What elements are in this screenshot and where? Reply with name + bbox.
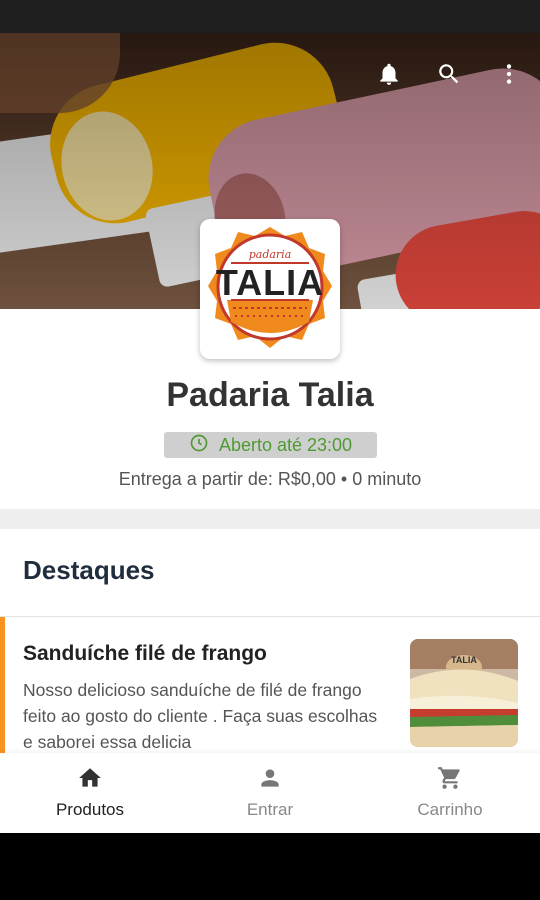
highlights-title: Destaques: [23, 555, 155, 585]
nav-carrinho-label: Carrinho: [417, 800, 483, 819]
delivery-info: Entrega a partir de: R$0,00 • 0 minuto: [118, 469, 422, 489]
system-nav-area: [0, 833, 540, 900]
nav-produtos[interactable]: Produtos: [0, 753, 180, 833]
product-name: Sanduíche filé de frango: [23, 642, 267, 665]
nav-produtos-label: Produtos: [55, 800, 125, 819]
section-separator: [0, 509, 540, 529]
bottom-navigation: Produtos Entrar Carrinho: [0, 753, 540, 833]
search-icon[interactable]: [434, 59, 464, 89]
product-accent-bar: [0, 617, 5, 753]
status-bar: [0, 0, 540, 33]
open-status-text: Aberto até 23:00: [218, 434, 353, 455]
cart-icon: [436, 765, 464, 796]
product-card[interactable]: Sanduíche filé de frango Nosso delicioso…: [0, 617, 540, 767]
bell-icon[interactable]: [374, 59, 404, 89]
store-logo: padaria TALIA: [200, 219, 340, 359]
open-status-badge: Aberto até 23:00: [164, 432, 377, 458]
nav-entrar-label: Entrar: [246, 800, 294, 819]
product-image: TALIA: [410, 639, 518, 747]
clock-icon: [189, 433, 209, 458]
app-screen: padaria TALIA Padaria Talia Aberto até 2…: [0, 33, 540, 833]
nav-carrinho[interactable]: Carrinho: [360, 753, 540, 833]
home-icon: [76, 765, 104, 796]
svg-text:TALIA: TALIA: [451, 655, 477, 665]
nav-entrar[interactable]: Entrar: [180, 753, 360, 833]
store-name: Padaria Talia: [166, 376, 374, 414]
product-description: Nosso delicioso sanduíche de filé de fra…: [23, 680, 378, 752]
svg-text:TALIA: TALIA: [216, 262, 324, 303]
person-icon: [256, 765, 284, 796]
more-vert-icon[interactable]: [494, 59, 524, 89]
svg-text:padaria: padaria: [249, 248, 292, 261]
